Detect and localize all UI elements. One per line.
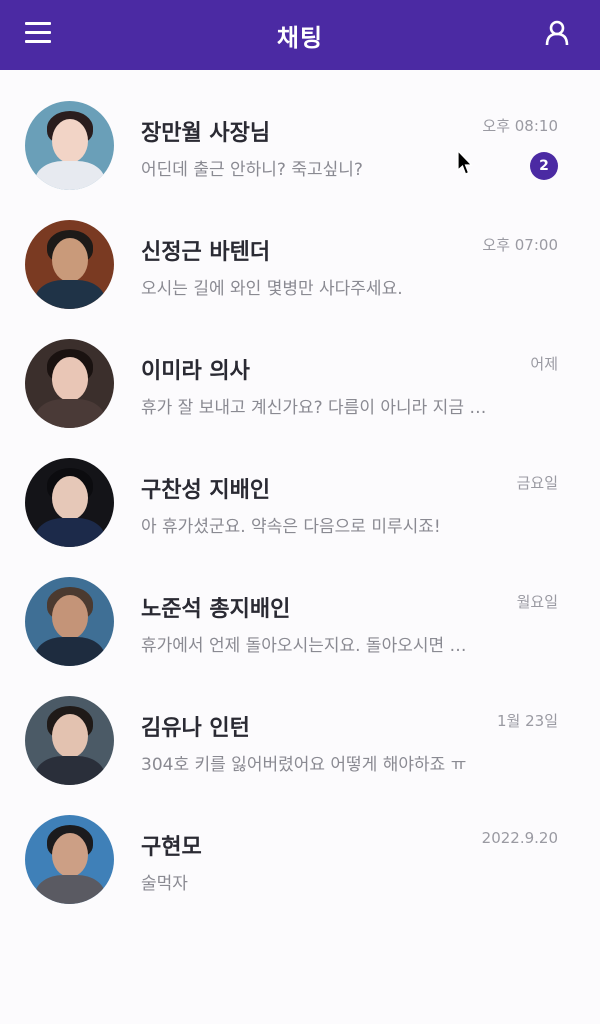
mouse-cursor-icon (457, 149, 473, 176)
avatar (25, 220, 114, 309)
chat-preview: 어딘데 출근 안하니? 죽고싶니? (141, 160, 363, 180)
chat-preview: 아 휴가셨군요. 약속은 다음으로 미루시죠! (141, 517, 441, 537)
chat-item[interactable]: 김유나 인턴 304호 키를 잃어버렸어요 어떻게 해야하죠 ㅠ 1월 23일 (0, 665, 600, 785)
chat-preview: 오시는 길에 와인 몇병만 사다주세요. (141, 279, 403, 299)
chat-time: 오후 08:10 (482, 117, 558, 135)
avatar (25, 696, 114, 785)
chat-preview: 304호 키를 잃어버렸어요 어떻게 해야하죠 ㅠ (141, 755, 467, 775)
chat-preview: 휴가 잘 보내고 계신가요? 다름이 아니라 지금 … (141, 398, 487, 418)
chat-time: 어제 (530, 355, 558, 373)
chat-name: 김유나 인턴 (141, 716, 250, 741)
avatar (25, 101, 114, 190)
chat-list: 장만월 사장님 어딘데 출근 안하니? 죽고싶니? 오후 08:10 2 신정근… (0, 70, 600, 904)
chat-name: 이미라 의사 (141, 359, 250, 384)
chat-name: 노준석 총지배인 (141, 597, 291, 622)
person-icon[interactable] (544, 20, 570, 46)
avatar (25, 339, 114, 428)
avatar (25, 815, 114, 904)
chat-preview: 술먹자 (141, 874, 188, 894)
chat-time: 금요일 (516, 474, 558, 492)
chat-item[interactable]: 장만월 사장님 어딘데 출근 안하니? 죽고싶니? 오후 08:10 2 (0, 70, 600, 190)
avatar (25, 577, 114, 666)
chat-time: 2022.9.20 (481, 829, 558, 847)
page-title: 채팅 (276, 23, 324, 52)
chat-time: 오후 07:00 (482, 236, 558, 254)
chat-name: 구찬성 지배인 (141, 478, 271, 503)
chat-item[interactable]: 구현모 술먹자 2022.9.20 (0, 784, 600, 904)
chat-name: 구현모 (141, 835, 202, 860)
chat-preview: 휴가에서 언제 돌아오시는지요. 돌아오시면 … (141, 636, 467, 656)
unread-badge: 2 (530, 152, 558, 180)
chat-item[interactable]: 이미라 의사 휴가 잘 보내고 계신가요? 다름이 아니라 지금 … 어제 (0, 308, 600, 428)
menu-icon[interactable] (25, 22, 51, 44)
chat-item[interactable]: 신정근 바텐더 오시는 길에 와인 몇병만 사다주세요. 오후 07:00 (0, 189, 600, 309)
chat-time: 월요일 (516, 593, 558, 611)
chat-name: 장만월 사장님 (141, 121, 271, 146)
app-header: 채팅 (0, 0, 600, 70)
avatar (25, 458, 114, 547)
chat-name: 신정근 바텐더 (141, 240, 271, 265)
chat-item[interactable]: 구찬성 지배인 아 휴가셨군요. 약속은 다음으로 미루시죠! 금요일 (0, 427, 600, 547)
chat-item[interactable]: 노준석 총지배인 휴가에서 언제 돌아오시는지요. 돌아오시면 … 월요일 (0, 546, 600, 666)
chat-time: 1월 23일 (497, 712, 558, 730)
